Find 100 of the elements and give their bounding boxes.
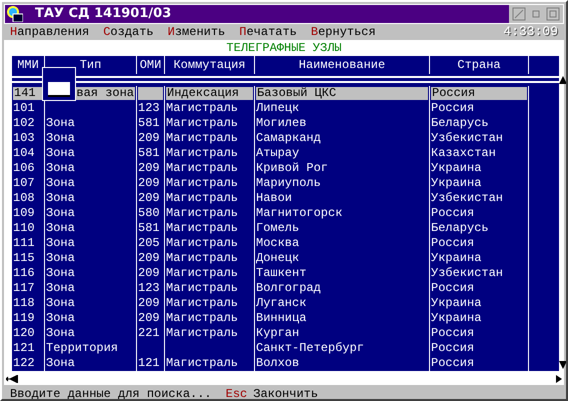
- table-cell: Зона: [45, 297, 76, 310]
- table-cell: 209: [137, 312, 161, 325]
- table-cell: Самарканд: [255, 132, 322, 145]
- table-cell: Россия: [430, 342, 476, 355]
- table-cell: Донецк: [255, 252, 300, 265]
- table-cell: 123: [137, 102, 161, 115]
- table-cell: 221: [137, 327, 161, 340]
- table-cell: Украина: [430, 297, 482, 310]
- table-cell: Магистраль: [165, 207, 240, 220]
- table-cell: Зона: [45, 327, 76, 340]
- table-cell: Россия: [430, 102, 476, 115]
- table-cell: Зона: [45, 192, 76, 205]
- table-cell: Магистраль: [165, 312, 240, 325]
- text-cursor[interactable]: [48, 82, 70, 97]
- table-cell: Зона: [45, 222, 76, 235]
- table-cell: Зона: [45, 237, 76, 250]
- table-cell: Санкт-Петербург: [255, 342, 366, 355]
- table-cell: Зона: [45, 117, 76, 130]
- column-header: Страна: [457, 57, 501, 74]
- table-cell: Зона: [45, 357, 76, 370]
- table-cell: Россия: [430, 282, 476, 295]
- menu-item[interactable]: Печатать: [239, 23, 297, 41]
- menu-item[interactable]: Изменить: [168, 23, 226, 41]
- shortcut-action: Закончить: [253, 386, 318, 399]
- table-cell: 115: [12, 252, 36, 265]
- table-cell: 108: [12, 192, 36, 205]
- table-cell: 581: [137, 117, 161, 130]
- table-cell: Зона: [45, 132, 76, 145]
- table-cell: Казахстан: [430, 147, 497, 160]
- table-cell: 106: [12, 162, 36, 175]
- screen-heading: ТЕЛЕГРАФНЫЕ УЗЛЫ: [226, 40, 342, 56]
- table-cell: 209: [137, 177, 161, 190]
- table-cell: Магистраль: [165, 222, 240, 235]
- table-cell: Магистраль: [165, 117, 240, 130]
- table-cell: Магистраль: [165, 297, 240, 310]
- table-cell: Территория: [45, 342, 120, 355]
- table-cell: 123: [137, 282, 161, 295]
- table-cell: Беларусь: [430, 222, 490, 235]
- table-cell: 116: [12, 267, 36, 280]
- table-cell: Магистраль: [165, 102, 240, 115]
- menu-item[interactable]: Вернуться: [310, 23, 376, 41]
- table-cell: Зона: [45, 147, 76, 160]
- table-cell: Атырау: [255, 147, 300, 160]
- table-cell: Зона: [45, 312, 76, 325]
- table-cell: Магистраль: [165, 237, 240, 250]
- table-cell: Винница: [255, 312, 308, 325]
- table-cell: Москва: [255, 237, 300, 250]
- table-cell: 119: [12, 312, 36, 325]
- table-cell: 102: [12, 117, 36, 130]
- table-cell: Магистраль: [165, 132, 240, 145]
- table-cell: 209: [137, 297, 161, 310]
- table-cell: Магистраль: [165, 357, 240, 370]
- table-cell: Луганск: [255, 297, 308, 310]
- table-cell: Украина: [430, 312, 482, 325]
- menu-item[interactable]: Создать: [103, 23, 154, 41]
- table-cell: Магистраль: [165, 192, 240, 205]
- scroll-left-icon[interactable]: [6, 375, 18, 383]
- table-cell: Магнитогорск: [255, 207, 344, 220]
- table-cell: 120: [12, 327, 36, 340]
- table-cell: 141: [13, 87, 43, 100]
- menu-item[interactable]: Направления: [10, 23, 90, 41]
- table-cell: Зона: [45, 207, 76, 220]
- table-cell: Украина: [430, 252, 482, 265]
- column-header: Коммутация: [173, 57, 246, 74]
- table-cell: Россия: [430, 237, 476, 250]
- table-cell: Волгоград: [255, 282, 322, 295]
- table-cell: Ташкент: [255, 267, 308, 280]
- table-cell: 209: [137, 267, 161, 280]
- table-cell: Украина: [430, 177, 482, 190]
- table-cell: 121: [137, 357, 161, 370]
- table-cell: Зона: [45, 267, 76, 280]
- table-cell: Магистраль: [165, 267, 240, 280]
- table-cell: Липецк: [255, 102, 300, 115]
- table-cell: 205: [137, 237, 161, 250]
- table-cell: Магистраль: [165, 252, 240, 265]
- table-cell: Магистраль: [165, 177, 240, 190]
- table-cell: 580: [137, 207, 161, 220]
- table-cell: Узбекистан: [430, 132, 504, 145]
- scroll-right-icon[interactable]: [556, 375, 562, 383]
- column-header: Наименование: [298, 57, 386, 74]
- column-header: ММИ: [17, 57, 39, 74]
- table-cell: Навои: [255, 192, 294, 205]
- table-cell: Узбекистан: [430, 267, 504, 280]
- clock: 4:33:09: [503, 23, 558, 42]
- table-cell: 107: [12, 177, 36, 190]
- table-cell: 118: [12, 297, 36, 310]
- shortcut-key: Esc: [226, 385, 248, 399]
- table-cell: Магистраль: [165, 147, 240, 160]
- table-cell: 103: [12, 132, 36, 145]
- table-cell: 117: [12, 282, 36, 295]
- table-cell: Мариуполь: [255, 177, 322, 190]
- window-title: ТАУ СД 141901/03: [35, 5, 172, 24]
- table-cell: Магистраль: [165, 282, 240, 295]
- table-cell: 209: [137, 132, 161, 145]
- table-cell: Гомель: [255, 222, 300, 235]
- table-cell: 101: [12, 102, 36, 115]
- table-cell: Зона: [45, 252, 76, 265]
- table-cell: Россия: [430, 327, 476, 340]
- table-cell: Могилев: [255, 117, 308, 130]
- table-cell: Украина: [430, 162, 482, 175]
